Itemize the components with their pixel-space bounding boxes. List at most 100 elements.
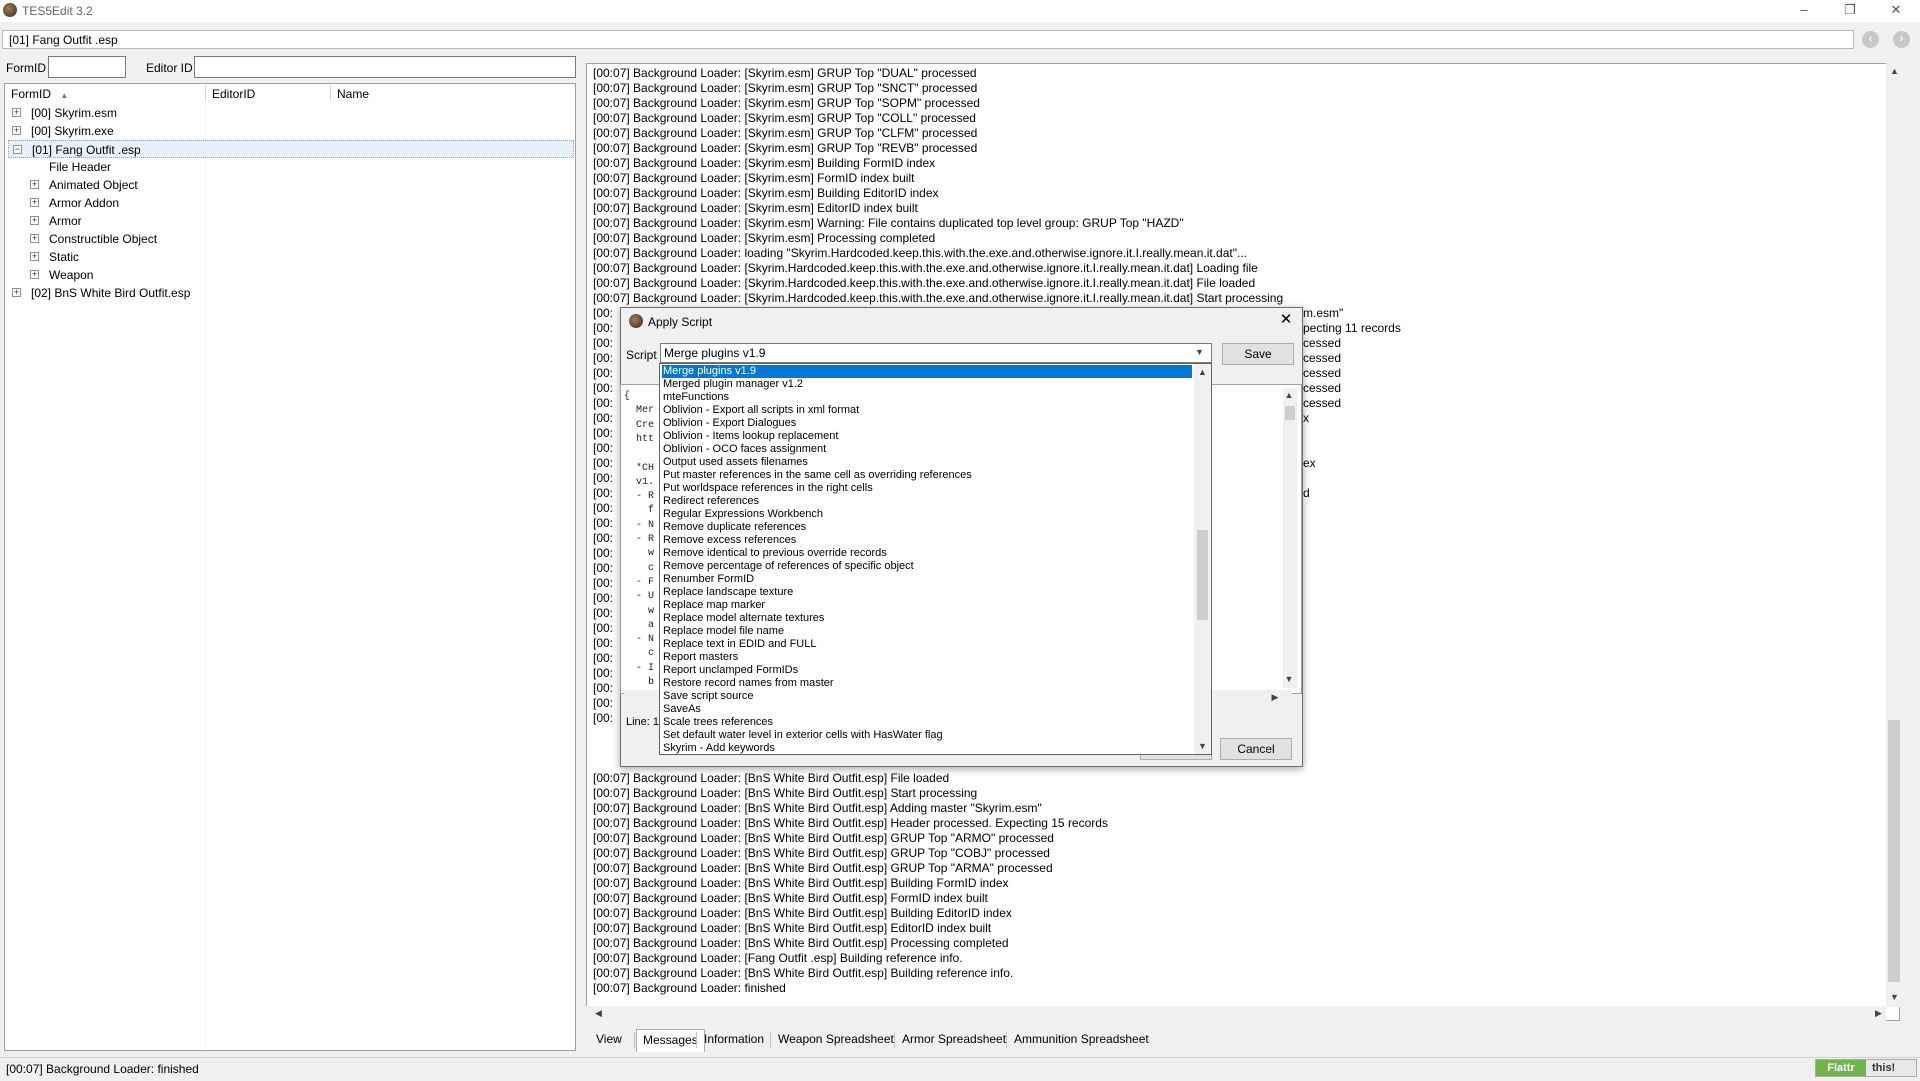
dropdown-option[interactable]: Skyrim - Add keywords bbox=[662, 742, 1192, 755]
flattr-button[interactable]: Flattr this! bbox=[1815, 1059, 1917, 1077]
expand-icon[interactable]: + bbox=[12, 126, 21, 135]
tab-view[interactable]: View bbox=[590, 1029, 628, 1051]
tree-node[interactable]: + Armor Addon bbox=[8, 194, 568, 212]
log-line: [00:07] Background Loader: [BnS White Bi… bbox=[593, 831, 1054, 845]
dropdown-option[interactable]: Remove percentage of references of speci… bbox=[662, 560, 1192, 573]
dropdown-option[interactable]: Oblivion - Export all scripts in xml for… bbox=[662, 404, 1192, 417]
dropdown-option[interactable]: Renumber FormID bbox=[662, 573, 1192, 586]
dropdown-option[interactable]: Scale trees references bbox=[662, 716, 1192, 729]
dropdown-option[interactable]: Restore record names from master bbox=[662, 677, 1192, 690]
tree-node[interactable]: + Animated Object bbox=[8, 176, 568, 194]
dropdown-option[interactable]: Report masters bbox=[662, 651, 1192, 664]
dropdown-option[interactable]: Merge plugins v1.9 bbox=[662, 365, 1192, 378]
log-line: [00:07] Background Loader: [Skyrim.esm] … bbox=[593, 141, 978, 155]
column-divider[interactable] bbox=[205, 85, 206, 101]
tree-node[interactable]: − [01] Fang Outfit .esp bbox=[8, 140, 574, 158]
editor-vertical-scrollbar[interactable] bbox=[1283, 388, 1297, 688]
dropdown-option[interactable]: Output used assets filenames bbox=[662, 456, 1192, 469]
dropdown-option[interactable]: Replace text in EDID and FULL bbox=[662, 638, 1192, 651]
tree-node[interactable]: + Armor bbox=[8, 212, 568, 230]
dropdown-option[interactable]: Oblivion - Export Dialogues bbox=[662, 417, 1192, 430]
expand-icon[interactable]: + bbox=[30, 198, 39, 207]
forward-icon[interactable]: › bbox=[1893, 31, 1910, 48]
dropdown-option[interactable]: Redirect references bbox=[662, 495, 1192, 508]
log-line: [00:07] Background Loader: [BnS White Bi… bbox=[593, 786, 978, 800]
column-divider[interactable] bbox=[330, 85, 331, 101]
expand-icon[interactable]: + bbox=[12, 108, 21, 117]
log-line: [00:07] Background Loader: [Skyrim.esm] … bbox=[593, 216, 1184, 230]
scroll-left-icon[interactable]: ◀ bbox=[590, 1008, 607, 1019]
messages-horizontal-scrollbar[interactable] bbox=[586, 1006, 1886, 1022]
dropdown-option[interactable]: Replace model file name bbox=[662, 625, 1192, 638]
scroll-right-icon[interactable]: ▶ bbox=[1870, 1008, 1887, 1019]
close-button[interactable]: ✕ bbox=[1878, 0, 1914, 22]
tree-node[interactable]: + [00] Skyrim.exe bbox=[8, 122, 568, 140]
back-icon[interactable]: ‹ bbox=[1862, 31, 1879, 48]
column-header-editorid[interactable]: EditorID bbox=[212, 87, 255, 101]
expand-icon[interactable]: + bbox=[30, 234, 39, 243]
column-header-name[interactable]: Name bbox=[337, 87, 369, 101]
dropdown-option[interactable]: Replace model alternate textures bbox=[662, 612, 1192, 625]
dropdown-option[interactable]: Save script source bbox=[662, 690, 1192, 703]
scrollbar-thumb[interactable] bbox=[1888, 720, 1900, 982]
dropdown-option[interactable]: Remove duplicate references bbox=[662, 521, 1192, 534]
cancel-button[interactable]: Cancel bbox=[1220, 738, 1292, 760]
scroll-up-icon[interactable]: ▲ bbox=[1194, 367, 1211, 377]
dropdown-option[interactable]: Replace map marker bbox=[662, 599, 1192, 612]
expand-icon[interactable]: + bbox=[30, 270, 39, 279]
tree-node[interactable]: + [00] Skyrim.esm bbox=[8, 104, 568, 122]
maximize-button[interactable]: ❐ bbox=[1832, 0, 1868, 22]
dropdown-option[interactable]: Merged plugin manager v1.2 bbox=[662, 378, 1192, 391]
expand-icon[interactable]: + bbox=[12, 288, 21, 297]
scroll-right-icon[interactable]: ▶ bbox=[1268, 692, 1282, 703]
dropdown-option[interactable]: Oblivion - Items lookup replacement bbox=[662, 430, 1192, 443]
log-line-prefix: [00: bbox=[593, 381, 614, 395]
tree-node[interactable]: + Weapon bbox=[8, 266, 568, 284]
dropdown-option[interactable]: Replace landscape texture bbox=[662, 586, 1192, 599]
tab-weapon-spreadsheet[interactable]: Weapon Spreadsheet bbox=[772, 1029, 900, 1051]
expand-icon[interactable]: + bbox=[30, 252, 39, 261]
code-line: b bbox=[624, 677, 655, 688]
scroll-up-icon[interactable]: ▲ bbox=[1282, 390, 1296, 400]
tree-node[interactable]: + Constructible Object bbox=[8, 230, 568, 248]
editorid-input[interactable] bbox=[194, 56, 576, 78]
expand-icon[interactable]: + bbox=[30, 216, 39, 225]
expand-icon[interactable]: + bbox=[30, 180, 39, 189]
dropdown-option[interactable]: SaveAs bbox=[662, 703, 1192, 716]
scrollbar-thumb[interactable] bbox=[1197, 530, 1208, 620]
log-line-fragment: cessed bbox=[1303, 336, 1342, 350]
dropdown-option[interactable]: Set default water level in exterior cell… bbox=[662, 729, 1192, 742]
tab-ammunition-spreadsheet[interactable]: Ammunition Spreadsheet bbox=[1008, 1029, 1155, 1051]
tab-messages[interactable]: Messages bbox=[636, 1029, 705, 1052]
tree-node[interactable]: + Static bbox=[8, 248, 568, 266]
collapse-icon[interactable]: − bbox=[13, 145, 22, 154]
dropdown-option[interactable]: Put master references in the same cell a… bbox=[662, 469, 1192, 482]
minimize-button[interactable]: – bbox=[1786, 0, 1822, 22]
dialog-title: Apply Script bbox=[648, 315, 713, 329]
log-line-prefix: [00: bbox=[593, 456, 614, 470]
dropdown-option[interactable]: Regular Expressions Workbench bbox=[662, 508, 1192, 521]
script-select[interactable]: Merge plugins v1.9 bbox=[660, 343, 1212, 363]
dropdown-option[interactable]: mteFunctions bbox=[662, 391, 1192, 404]
dialog-close-button[interactable]: ✕ bbox=[1276, 310, 1296, 328]
tree-node[interactable]: File Header bbox=[8, 158, 568, 176]
dropdown-option[interactable]: Oblivion - OCO faces assignment bbox=[662, 443, 1192, 456]
tab-armor-spreadsheet[interactable]: Armor Spreadsheet bbox=[896, 1029, 1012, 1051]
scrollbar-thumb[interactable] bbox=[1285, 406, 1295, 420]
tree-node-label: Weapon bbox=[49, 268, 94, 282]
formid-input[interactable] bbox=[48, 56, 126, 78]
tab-information[interactable]: Information bbox=[698, 1029, 770, 1051]
save-button[interactable]: Save bbox=[1222, 343, 1294, 365]
dropdown-option[interactable]: Remove excess references bbox=[662, 534, 1192, 547]
tree-node[interactable]: + [02] BnS White Bird Outfit.esp bbox=[8, 284, 568, 302]
dropdown-option[interactable]: Remove identical to previous override re… bbox=[662, 547, 1192, 560]
column-header-formid[interactable]: FormID ▲ bbox=[11, 87, 68, 101]
dropdown-option[interactable]: Report unclamped FormIDs bbox=[662, 664, 1192, 677]
dropdown-option[interactable]: Put worldspace references in the right c… bbox=[662, 482, 1192, 495]
scroll-down-icon[interactable]: ▼ bbox=[1194, 741, 1211, 751]
scroll-down-icon[interactable]: ▼ bbox=[1886, 992, 1903, 1002]
scroll-up-icon[interactable]: ▲ bbox=[1886, 66, 1903, 76]
chevron-down-icon[interactable]: ▼ bbox=[1195, 347, 1204, 357]
scroll-down-icon[interactable]: ▼ bbox=[1282, 674, 1296, 684]
code-line: - F bbox=[624, 576, 655, 588]
